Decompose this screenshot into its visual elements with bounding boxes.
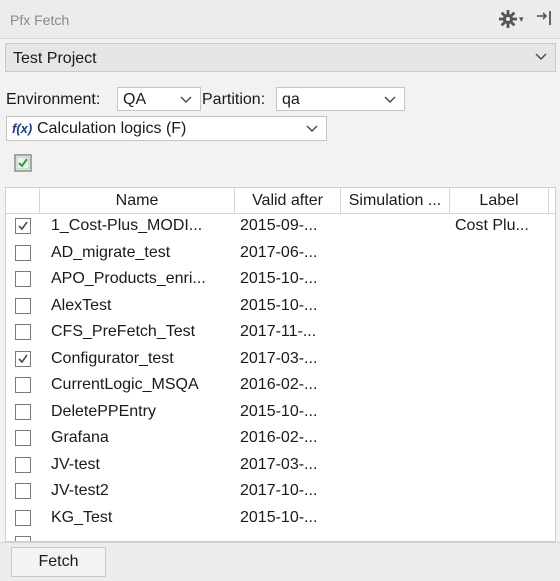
chevron-down-icon [384,96,396,103]
check-icon [18,221,28,231]
select-all-checkbox-icon[interactable] [14,154,32,172]
chevron-down-icon [535,53,547,60]
row-checkbox[interactable] [15,244,31,261]
chevron-down-icon [306,125,318,132]
cell-valid-after: 2015-10-... [240,402,318,420]
cell-name: DeletePPEntry [51,402,156,420]
table-row[interactable]: JV-test 2017-03-... [6,452,555,479]
cell-valid-after: 2017-10-... [240,482,318,499]
cell-valid-after: 2017-03-... [240,349,318,367]
table-body: 1_Cost-Plus_MODI... 2015-09-... Cost Plu..… [6,213,555,541]
row-checkbox[interactable] [15,403,31,420]
row-checkbox[interactable] [15,218,31,234]
table-row[interactable]: CFS_PreFetch_Test 2017-11-... [6,319,555,346]
cell-name: JV-test [51,455,100,473]
row-checkbox[interactable] [15,377,31,393]
row-checkbox[interactable] [15,430,31,446]
logic-table: Name Valid after Simulation ... Label 1_… [5,187,556,542]
cell-label: Cost Plu... [455,217,529,234]
column-header-name[interactable]: Name [40,188,235,213]
panel-title: Pfx Fetch [10,12,70,28]
fetch-button[interactable]: Fetch [11,547,106,577]
cell-valid-after: 2017-11-... [240,323,317,340]
logic-type-select[interactable]: f(x) Calculation logics (F) [6,116,327,141]
cell-valid-after: 2016-02-... [240,429,318,446]
cell-valid-after: 2017-03-... [240,455,318,473]
partition-label: Partition: [202,91,266,108]
cell-name: CFS_PreFetch_Test [51,323,196,340]
cell-valid-after: 2015-10-... [240,508,318,526]
logic-type-select-value: Calculation logics (F) [37,120,187,137]
environment-row: Environment: QA Partition: qa [6,87,556,113]
table-row[interactable]: AlexTest 2015-10-... [6,293,555,320]
table-row[interactable]: CurrentLogic_MSQA 2016-02-... [6,372,555,399]
panel-title-bar: Pfx Fetch ▾ [0,0,560,39]
column-header-select [6,188,40,213]
cell-name: AD_migrate_test [51,243,171,261]
cell-name: CurrentLogic_MSQA [51,376,199,393]
cell-valid-after: 2017-06-... [240,243,318,261]
row-checkbox[interactable] [15,509,31,526]
table-row[interactable]: JV-test2 2017-10-... [6,478,555,505]
project-dropdown-value: Test Project [13,50,97,67]
column-header-simulation[interactable]: Simulation ... [341,188,450,213]
footer-bar: Fetch [0,542,560,581]
pfx-fetch-panel: Pfx Fetch ▾ Test Project Environment: QA… [0,0,560,581]
cell-name: APO_Products_enri... [51,270,206,287]
environment-label: Environment: [6,91,101,108]
settings-menu-caret-icon[interactable]: ▾ [519,14,524,25]
cell-valid-after: 2015-10-... [240,296,318,314]
environment-select[interactable]: QA [117,87,201,111]
column-header-label[interactable]: Label [450,188,549,213]
table-row[interactable]: Configurator_test 2017-03-... [6,346,555,373]
partition-select[interactable]: qa [276,87,405,111]
pin-icon[interactable] [535,8,555,28]
row-checkbox[interactable] [15,456,31,473]
table-row[interactable]: Grafana 2016-02-... [6,425,555,452]
cell-name: Grafana [51,429,109,446]
table-row[interactable] [6,531,555,541]
cell-name: AlexTest [51,296,112,314]
check-icon [18,354,28,363]
table-header: Name Valid after Simulation ... Label [6,188,555,214]
cell-name: JV-test2 [51,482,109,499]
environment-select-value: QA [123,91,147,108]
partition-select-value: qa [282,91,300,108]
column-header-valid-after[interactable]: Valid after [235,188,341,213]
project-dropdown[interactable]: Test Project [5,43,556,72]
function-icon: f(x) [12,121,33,136]
cell-valid-after: 2015-09-... [240,217,318,234]
cell-name: 1_Cost-Plus_MODI... [51,217,203,234]
row-checkbox[interactable] [15,483,31,499]
table-row[interactable]: KG_Test 2015-10-... [6,505,555,532]
table-row[interactable]: APO_Products_enri... 2015-10-... [6,266,555,293]
table-row[interactable]: 1_Cost-Plus_MODI... 2015-09-... Cost Plu..… [6,213,555,240]
table-row[interactable]: DeletePPEntry 2015-10-... [6,399,555,426]
table-row[interactable]: AD_migrate_test 2017-06-... [6,240,555,267]
cell-valid-after: 2016-02-... [240,376,318,393]
cell-name: KG_Test [51,508,113,526]
row-checkbox[interactable] [15,324,31,340]
cell-name: Configurator_test [51,349,174,367]
row-checkbox[interactable] [15,297,31,314]
row-checkbox[interactable] [15,350,31,367]
chevron-down-icon [180,96,192,103]
row-checkbox[interactable] [15,271,31,287]
cell-valid-after: 2015-10-... [240,270,318,287]
gear-icon[interactable] [497,8,519,30]
